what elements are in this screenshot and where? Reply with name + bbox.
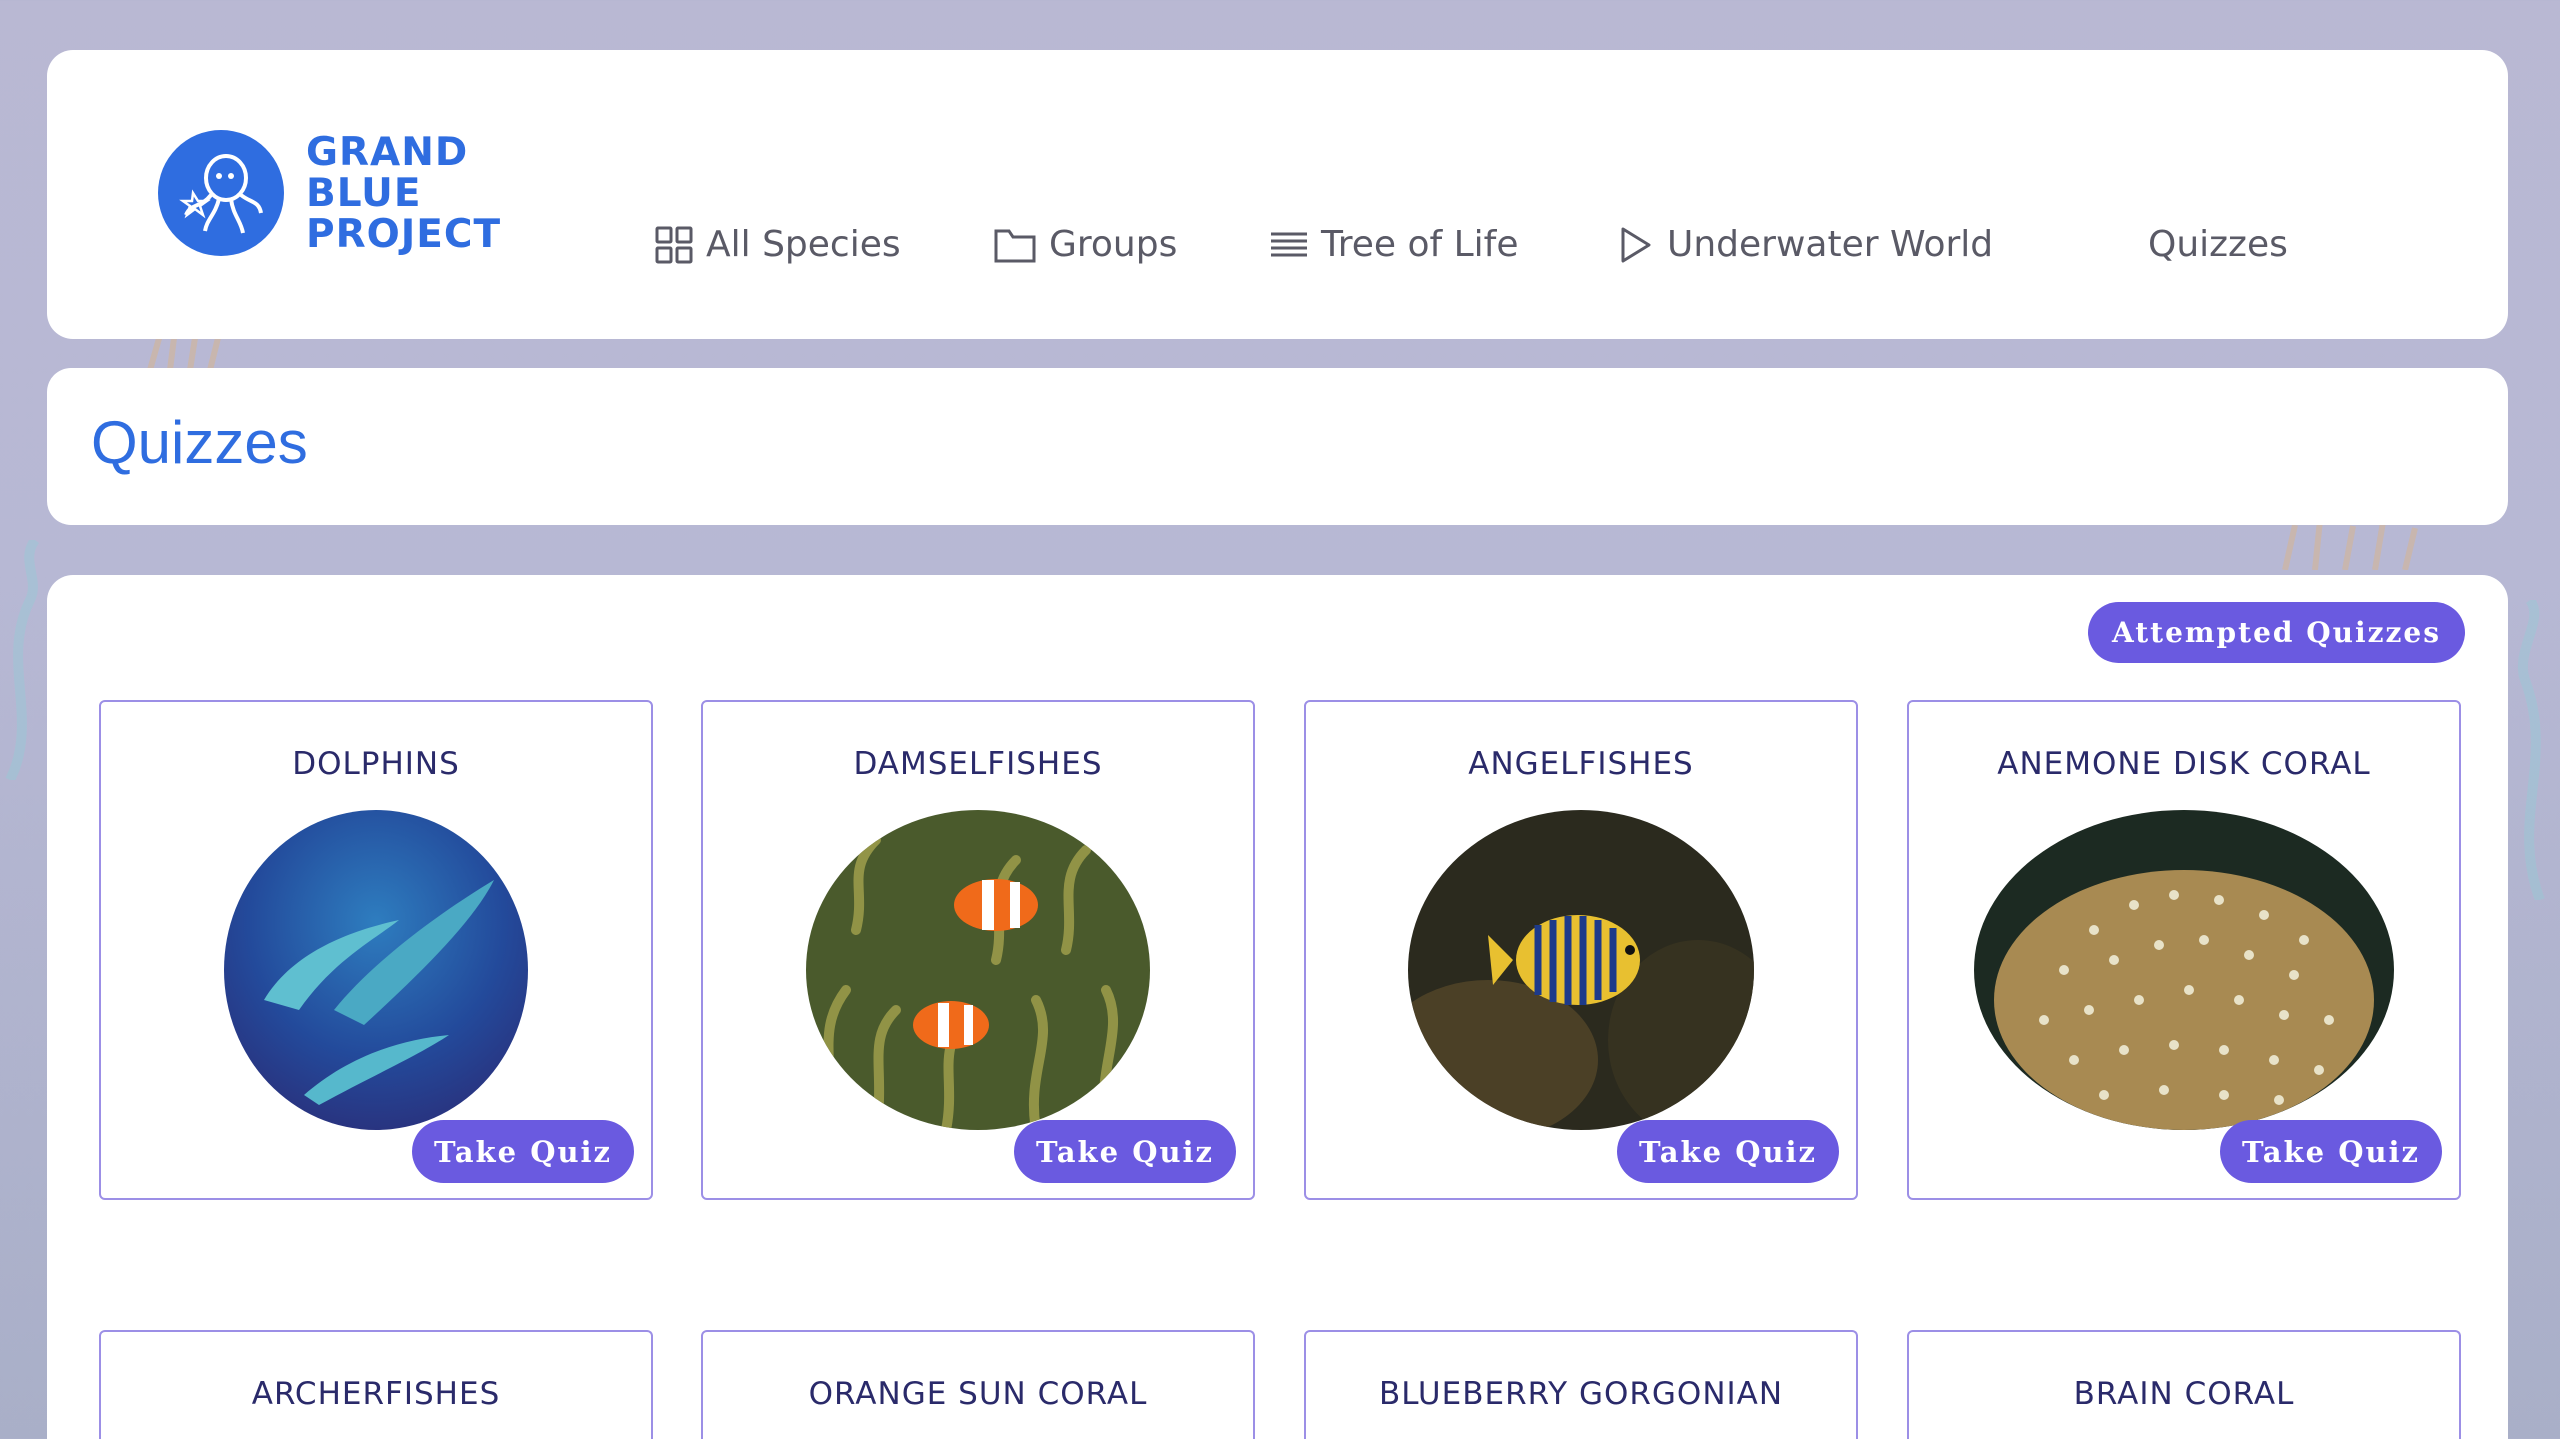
angelfishes-image	[1408, 810, 1754, 1130]
quiz-card-title: ANEMONE DISK CORAL	[1997, 746, 2371, 782]
anemone-disk-coral-image	[1974, 810, 2394, 1130]
dolphins-image	[224, 810, 528, 1130]
background-coral-right	[2282, 520, 2418, 570]
nav-underwater-world-label: Underwater World	[1667, 224, 1994, 265]
take-quiz-button[interactable]: Take Quiz	[2220, 1120, 2442, 1183]
play-icon	[1615, 225, 1655, 265]
background-seaweed-right	[2518, 600, 2545, 900]
quiz-card-damselfishes: DAMSELFISHES Take Quiz	[701, 700, 1255, 1200]
quiz-card-title: ANGELFISHES	[1468, 746, 1694, 782]
quiz-card-title: DAMSELFISHES	[853, 746, 1103, 782]
take-quiz-button[interactable]: Take Quiz	[1617, 1120, 1839, 1183]
nav-all-species-label: All Species	[706, 224, 901, 265]
nav-tree-of-life[interactable]: Tree of Life	[1269, 224, 1518, 265]
quiz-card-title: BRAIN CORAL	[2073, 1376, 2295, 1412]
list-icon	[1269, 229, 1309, 261]
quiz-card-title: DOLPHINS	[292, 746, 460, 782]
quiz-card-angelfishes: ANGELFISHES Take Quiz	[1304, 700, 1858, 1200]
main-nav: All Species Groups Tree of Life Underwat…	[47, 50, 2508, 339]
grid-icon	[654, 225, 694, 265]
nav-groups-label: Groups	[1049, 224, 1178, 265]
nav-groups[interactable]: Groups	[993, 224, 1177, 265]
quiz-card-title: ORANGE SUN CORAL	[808, 1376, 1148, 1412]
nav-tree-of-life-label: Tree of Life	[1321, 224, 1519, 265]
quiz-card-blueberry-gorgonian: BLUEBERRY GORGONIAN	[1304, 1330, 1858, 1439]
damselfishes-image	[806, 810, 1150, 1130]
site-header: GRAND BLUE PROJECT All Species Groups Tr…	[47, 50, 2508, 339]
quiz-card-title: ARCHERFISHES	[251, 1376, 501, 1412]
nav-all-species[interactable]: All Species	[654, 224, 901, 265]
quiz-card-anemone-disk-coral: ANEMONE DISK CORAL Take Quiz	[1907, 700, 2461, 1200]
take-quiz-button[interactable]: Take Quiz	[1014, 1120, 1236, 1183]
quiz-card-archerfishes: ARCHERFISHES	[99, 1330, 653, 1439]
quiz-list-panel: Attempted Quizzes DOLPHINS Take Quiz DAM…	[47, 575, 2508, 1439]
quiz-card-dolphins: DOLPHINS Take Quiz	[99, 700, 653, 1200]
nav-underwater-world[interactable]: Underwater World	[1615, 224, 1993, 265]
quiz-card-orange-sun-coral: ORANGE SUN CORAL	[701, 1330, 1255, 1439]
attempted-quizzes-button[interactable]: Attempted Quizzes	[2088, 602, 2465, 663]
nav-quizzes[interactable]: Quizzes	[2148, 224, 2288, 265]
page-title: Quizzes	[91, 409, 308, 476]
nav-quizzes-label: Quizzes	[2148, 224, 2288, 265]
page-title-bar: Quizzes	[47, 368, 2508, 525]
quiz-card-title: BLUEBERRY GORGONIAN	[1378, 1376, 1784, 1412]
folder-icon	[993, 225, 1037, 265]
quiz-card-brain-coral: BRAIN CORAL	[1907, 1330, 2461, 1439]
take-quiz-button[interactable]: Take Quiz	[412, 1120, 634, 1183]
